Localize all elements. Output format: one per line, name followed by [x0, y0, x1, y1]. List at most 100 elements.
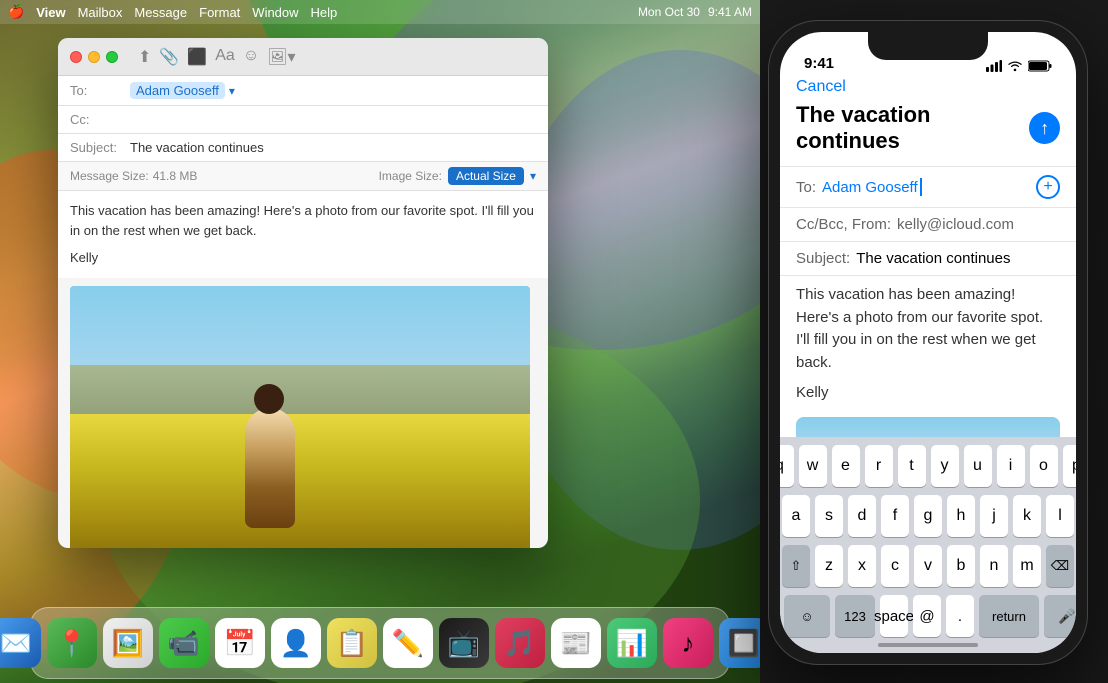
dock-icon-tv[interactable]: 📺: [439, 618, 489, 668]
key-g[interactable]: g: [914, 495, 942, 537]
key-f[interactable]: f: [881, 495, 909, 537]
dock-icon-photos[interactable]: 🖼️: [103, 618, 153, 668]
dock-icon-music[interactable]: 🎵: [495, 618, 545, 668]
iphone-status-icons: [986, 60, 1052, 72]
key-e[interactable]: e: [832, 445, 860, 487]
recipient-dropdown[interactable]: ▾: [229, 84, 235, 98]
menu-mailbox[interactable]: Mailbox: [78, 5, 123, 20]
subject-label: Subject:: [70, 140, 130, 155]
to-field[interactable]: To: Adam Gooseff ▾: [58, 76, 548, 106]
key-space[interactable]: space: [880, 595, 908, 637]
key-o[interactable]: o: [1030, 445, 1058, 487]
key-period[interactable]: .: [946, 595, 974, 637]
close-button[interactable]: [70, 51, 82, 63]
photo-icon[interactable]: ⬛: [187, 47, 207, 67]
key-d[interactable]: d: [848, 495, 876, 537]
menu-message[interactable]: Message: [134, 5, 187, 20]
dock-icon-mail[interactable]: ✉️: [0, 618, 41, 668]
iphone-subject-value[interactable]: The vacation continues: [856, 250, 1010, 267]
key-h[interactable]: h: [947, 495, 975, 537]
to-recipient[interactable]: Adam Gooseff: [130, 82, 225, 99]
key-shift[interactable]: ⇧: [782, 545, 810, 587]
subject-field[interactable]: Subject: The vacation continues: [58, 134, 548, 162]
iphone-add-recipient-button[interactable]: +: [1036, 175, 1060, 199]
iphone-subject-line: The vacation continues ↑: [796, 96, 1060, 156]
menu-format[interactable]: Format: [199, 5, 240, 20]
send-icon[interactable]: ⬆: [138, 47, 151, 67]
minimize-button[interactable]: [88, 51, 100, 63]
iphone-cancel-button[interactable]: Cancel: [796, 78, 1060, 96]
key-u[interactable]: u: [964, 445, 992, 487]
window-titlebar: ⬆ 📎 ⬛ Aa ☺ 🖼▾: [58, 38, 548, 76]
dock-icon-contacts[interactable]: 👤: [271, 618, 321, 668]
subject-value[interactable]: The vacation continues: [130, 140, 264, 155]
dock-icon-appstore[interactable]: 🔲: [719, 618, 760, 668]
dock-icon-numbers[interactable]: 📊: [607, 618, 657, 668]
dock-icon-facetime[interactable]: 📹: [159, 618, 209, 668]
body-text: This vacation has been amazing! Here's a…: [70, 201, 536, 240]
key-r[interactable]: r: [865, 445, 893, 487]
wifi-icon: [1007, 60, 1023, 72]
key-q[interactable]: q: [780, 445, 794, 487]
more-icon[interactable]: 🖼▾: [267, 47, 295, 67]
menu-view[interactable]: View: [36, 5, 65, 20]
iphone-mail-body[interactable]: This vacation has been amazing! Here's a…: [780, 276, 1076, 413]
menu-bar-right: Mon Oct 30 9:41 AM: [638, 5, 752, 19]
key-y[interactable]: y: [931, 445, 959, 487]
message-size-value: 41.8 MB: [153, 169, 198, 183]
key-k[interactable]: k: [1013, 495, 1041, 537]
signature: Kelly: [70, 248, 536, 268]
iphone-device: 9:41: [768, 20, 1088, 665]
key-return[interactable]: return: [979, 595, 1039, 637]
key-n[interactable]: n: [980, 545, 1008, 587]
actual-size-button[interactable]: Actual Size: [448, 167, 524, 185]
key-c[interactable]: c: [881, 545, 909, 587]
key-w[interactable]: w: [799, 445, 827, 487]
iphone-to-field[interactable]: To: Adam Gooseff +: [780, 167, 1076, 208]
iphone-keyboard[interactable]: q w e r t y u i o p a s d f g h j k: [780, 437, 1076, 653]
key-v[interactable]: v: [914, 545, 942, 587]
menu-help[interactable]: Help: [311, 5, 338, 20]
dock-icon-maps[interactable]: 📍: [47, 618, 97, 668]
key-s[interactable]: s: [815, 495, 843, 537]
key-l[interactable]: l: [1046, 495, 1074, 537]
key-microphone[interactable]: 🎤: [1044, 595, 1076, 637]
key-emoji[interactable]: ☺: [784, 595, 830, 637]
key-t[interactable]: t: [898, 445, 926, 487]
key-delete[interactable]: ⌫: [1046, 545, 1074, 587]
iphone-subject-field[interactable]: Subject: The vacation continues: [780, 242, 1076, 276]
key-123[interactable]: 123: [835, 595, 875, 637]
dock-icon-calendar[interactable]: 📅: [215, 618, 265, 668]
iphone-cc-field[interactable]: Cc/Bcc, From: kelly@icloud.com: [780, 208, 1076, 242]
iphone-send-button[interactable]: ↑: [1029, 112, 1060, 144]
image-size-dropdown[interactable]: ▾: [530, 169, 536, 183]
key-j[interactable]: j: [980, 495, 1008, 537]
emoji-icon[interactable]: ☺: [243, 47, 259, 67]
iphone-to-recipient[interactable]: Adam Gooseff: [822, 179, 918, 196]
iphone-cc-value[interactable]: kelly@icloud.com: [897, 216, 1014, 233]
key-x[interactable]: x: [848, 545, 876, 587]
iphone-home-bar: [878, 643, 978, 647]
font-icon[interactable]: Aa: [215, 47, 235, 67]
menu-bar: 🍎 View Mailbox Message Format Window Hel…: [0, 0, 760, 24]
key-a[interactable]: a: [782, 495, 810, 537]
iphone-body-text: This vacation has been amazing! Here's a…: [796, 284, 1060, 374]
key-z[interactable]: z: [815, 545, 843, 587]
key-b[interactable]: b: [947, 545, 975, 587]
attach-icon[interactable]: 📎: [159, 47, 179, 67]
dock-icon-freeform[interactable]: ✏️: [383, 618, 433, 668]
mail-body[interactable]: This vacation has been amazing! Here's a…: [58, 191, 548, 278]
mail-photo-attachment: [70, 286, 530, 549]
menu-window[interactable]: Window: [252, 5, 298, 20]
cc-field[interactable]: Cc:: [58, 106, 548, 134]
apple-menu[interactable]: 🍎: [8, 4, 24, 20]
dock-icon-news[interactable]: 📰: [551, 618, 601, 668]
traffic-lights: [70, 51, 118, 63]
key-i[interactable]: i: [997, 445, 1025, 487]
dock-icon-notes[interactable]: 📋: [327, 618, 377, 668]
maximize-button[interactable]: [106, 51, 118, 63]
dock-icon-music2[interactable]: ♪: [663, 618, 713, 668]
key-at[interactable]: @: [913, 595, 941, 637]
key-m[interactable]: m: [1013, 545, 1041, 587]
key-p[interactable]: p: [1063, 445, 1077, 487]
